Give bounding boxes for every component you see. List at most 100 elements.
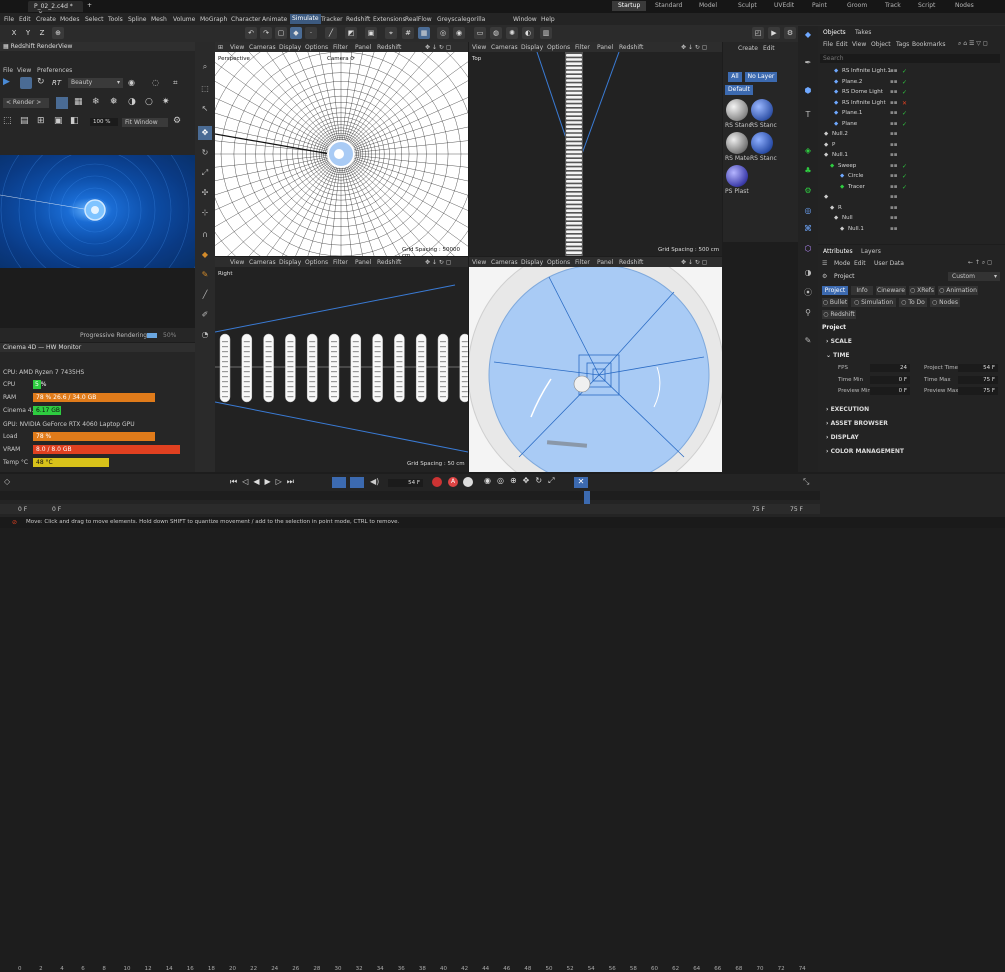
material-swatch[interactable]: [726, 165, 748, 187]
tab-objects[interactable]: Objects: [823, 29, 846, 36]
zoom-field[interactable]: 100 %: [90, 118, 118, 126]
z-axis-button[interactable]: Z: [36, 27, 48, 39]
rv-menu-preferences[interactable]: Preferences: [37, 67, 72, 74]
snap-icon[interactable]: ⌖: [385, 27, 397, 39]
am-grip-icon[interactable]: ☰: [822, 260, 827, 267]
menu-create[interactable]: Create: [36, 16, 56, 23]
workspace-startup[interactable]: Startup: [612, 1, 646, 11]
move-icon[interactable]: ✥: [198, 126, 212, 140]
visibility-dots-icon[interactable]: ▪▪: [890, 131, 897, 137]
workspace-track[interactable]: Track: [885, 2, 901, 9]
om-menu-file[interactable]: File: [823, 41, 833, 48]
visibility-dots-icon[interactable]: ▪▪: [890, 205, 897, 211]
object-row[interactable]: ◆Plane.1▪▪✓: [818, 108, 1003, 118]
perspective-canvas[interactable]: [215, 52, 468, 256]
menu-window[interactable]: Window: [513, 16, 537, 23]
refresh-icon[interactable]: ↻: [37, 77, 45, 87]
preview-max-field[interactable]: 75 F: [958, 387, 998, 395]
vp-menu-display[interactable]: Display: [521, 44, 543, 51]
menu-simulate[interactable]: Simulate: [290, 14, 321, 24]
vp-menu-filter[interactable]: Filter: [575, 259, 590, 266]
enabled-check-icon[interactable]: ✓: [902, 163, 907, 168]
loop-icon[interactable]: [332, 477, 346, 488]
sculpt-icon[interactable]: ◔: [198, 328, 212, 342]
bounce-icon[interactable]: [350, 477, 364, 488]
points-mode-icon[interactable]: ·: [305, 27, 317, 39]
vp-menu-options[interactable]: Options: [547, 259, 570, 266]
cube-icon[interactable]: ◆: [801, 28, 815, 42]
visibility-dots-icon[interactable]: ▪▪: [890, 215, 897, 221]
om-menu-edit[interactable]: Edit: [836, 41, 848, 48]
vp-menu-view[interactable]: View: [230, 259, 244, 266]
object-row[interactable]: ◆RS Infinite Light▪▪✕: [818, 98, 1003, 108]
workspace-standard[interactable]: Standard: [655, 2, 682, 9]
vp-menu-panel[interactable]: Panel: [597, 44, 613, 51]
visibility-dots-icon[interactable]: ▪▪: [890, 142, 897, 148]
viewport-right[interactable]: View Cameras Display Options Filter Pane…: [215, 257, 468, 472]
viewport-camera[interactable]: View Cameras Display Options Filter Pane…: [469, 257, 722, 472]
visibility-dots-icon[interactable]: ▪▪: [890, 226, 897, 232]
save-icon[interactable]: ▤: [20, 116, 29, 126]
object-row[interactable]: ◆R▪▪: [818, 203, 1003, 213]
menu-tools[interactable]: Tools: [108, 16, 123, 23]
redo-icon[interactable]: ↷: [260, 27, 272, 39]
vp-menu-redshift[interactable]: Redshift: [377, 44, 401, 51]
disabled-x-icon[interactable]: ✕: [902, 100, 907, 105]
vp-menu-filter[interactable]: Filter: [333, 259, 348, 266]
color-picker-icon[interactable]: ◉: [128, 78, 135, 87]
enabled-check-icon[interactable]: ✓: [902, 89, 907, 94]
material-swatch[interactable]: [751, 99, 773, 121]
subdivision-icon[interactable]: ⬢: [801, 84, 815, 98]
freeze-icon[interactable]: ❅: [110, 97, 118, 107]
brush-icon[interactable]: ✐: [198, 308, 212, 322]
enabled-check-icon[interactable]: ✓: [902, 68, 907, 73]
object-row[interactable]: ◆Null▪▪: [818, 213, 1003, 223]
vp-menu-view[interactable]: View: [472, 259, 486, 266]
enabled-check-icon[interactable]: ✓: [902, 79, 907, 84]
menu-character[interactable]: Character: [231, 16, 261, 23]
exposure-icon[interactable]: ○: [145, 97, 153, 107]
am-tab-project[interactable]: Project: [822, 286, 848, 295]
light-object-icon[interactable]: ⚲: [801, 306, 815, 320]
am-tab-xrefs[interactable]: ○ XRefs: [909, 286, 935, 295]
playback-controls[interactable]: ⏮◁◀▶▷⏭: [230, 477, 299, 487]
am-tab-info[interactable]: Info: [851, 286, 873, 295]
project-time-field[interactable]: 54 F: [958, 364, 998, 372]
vp-menu-cameras[interactable]: Cameras: [249, 44, 276, 51]
am-group-display[interactable]: › DISPLAY: [826, 434, 859, 441]
pen-icon[interactable]: ✒: [801, 56, 815, 70]
viewport-nav-icons[interactable]: ✥ ↓ ↻ ▢: [681, 44, 707, 51]
object-row[interactable]: ◆RS Dome Light▪▪✓: [818, 87, 1003, 97]
fps-field[interactable]: 24: [870, 364, 910, 372]
scheme-icon[interactable]: ✕: [574, 477, 588, 488]
lut-icon[interactable]: ✷: [162, 97, 170, 107]
autokey-icon[interactable]: A: [448, 477, 458, 487]
menu-help[interactable]: Help: [541, 16, 555, 23]
am-nav-icons[interactable]: ← ↑ ⌕ ◻: [968, 259, 992, 267]
preview-start[interactable]: 0 F: [52, 506, 61, 513]
om-menu-object[interactable]: Object: [871, 41, 891, 48]
sound-icon[interactable]: ◀): [370, 477, 379, 486]
workspace-groom[interactable]: Groom: [847, 2, 867, 9]
object-row[interactable]: ◆Plane.2▪▪✓: [818, 77, 1003, 87]
rv-menu-file[interactable]: File: [3, 67, 13, 74]
edit-render-settings-icon[interactable]: ⚙: [784, 27, 796, 39]
vp-menu-redshift[interactable]: Redshift: [619, 259, 643, 266]
am-group-color-management[interactable]: › COLOR MANAGEMENT: [826, 448, 904, 455]
vp-menu-redshift[interactable]: Redshift: [619, 44, 643, 51]
am-menu-user-data[interactable]: User Data: [874, 260, 904, 267]
visibility-dots-icon[interactable]: ▪▪: [890, 152, 897, 158]
am-tab-bullet[interactable]: ○ Bullet: [822, 298, 848, 307]
workspace-model[interactable]: Model: [699, 2, 717, 9]
search-icon[interactable]: ⌕: [198, 60, 212, 74]
rt-toggle[interactable]: RT: [52, 79, 61, 87]
mat-menu-edit[interactable]: Edit: [763, 45, 775, 52]
vp-menu-filter[interactable]: Filter: [333, 44, 348, 51]
render-view-icon[interactable]: ◎: [437, 27, 449, 39]
viewport-top[interactable]: View Cameras Display Options Filter Pane…: [469, 42, 722, 256]
coordinate-system-icon[interactable]: ⊕: [52, 27, 64, 39]
snowflake-icon[interactable]: ❄: [92, 97, 100, 107]
viewport-perspective[interactable]: ⊞ View Cameras Display Options Filter Pa…: [215, 42, 468, 256]
preview-end[interactable]: 75 F: [752, 506, 765, 513]
undo-icon[interactable]: ↶: [245, 27, 257, 39]
